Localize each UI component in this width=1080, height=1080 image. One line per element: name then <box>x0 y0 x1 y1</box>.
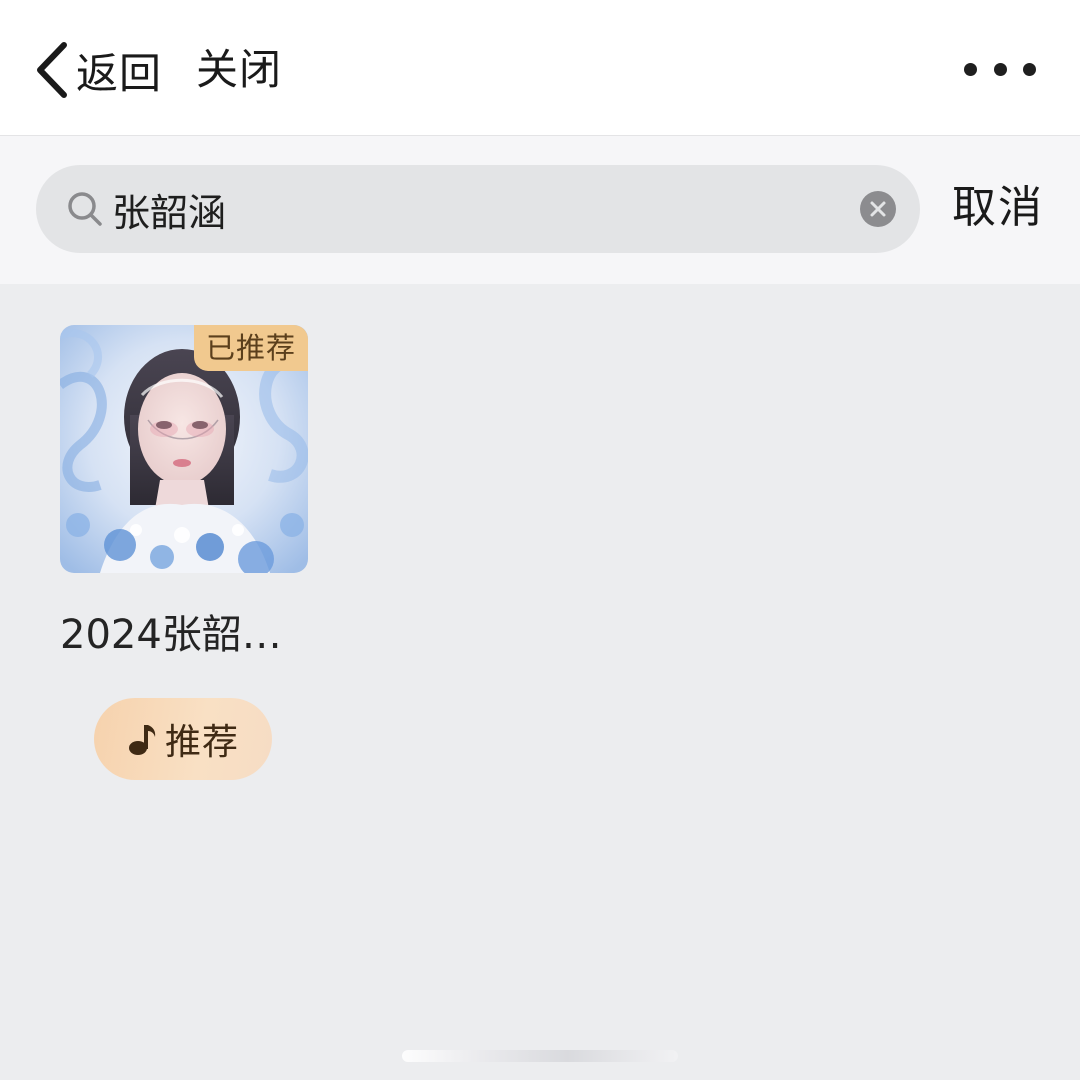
recommended-badge: 已推荐 <box>193 325 308 371</box>
more-button[interactable] <box>964 52 1036 86</box>
clear-x-icon <box>870 201 886 217</box>
search-box[interactable] <box>36 165 920 253</box>
more-dot-icon <box>1023 62 1036 76</box>
recommend-label: 推荐 <box>164 722 239 763</box>
close-button[interactable]: 关闭 <box>196 36 282 104</box>
back-button[interactable]: 返回 <box>32 36 162 104</box>
more-dot-icon <box>993 62 1007 76</box>
back-label: 返回 <box>76 48 163 98</box>
top-nav-bar: 返回 关闭 <box>0 0 1080 136</box>
result-title[interactable]: 2024张韶… <box>60 607 320 663</box>
magnifier-icon <box>68 192 102 226</box>
result-cover-image[interactable]: 已推荐 <box>60 325 308 573</box>
cancel-button[interactable]: 取消 <box>952 178 1044 238</box>
more-dot-icon <box>964 62 977 76</box>
clear-search-button[interactable] <box>860 191 896 227</box>
music-note-icon <box>128 725 156 755</box>
chevron-left-icon <box>37 42 67 98</box>
search-bar: 取消 <box>0 136 1080 284</box>
recommend-button[interactable]: 推荐 <box>94 698 272 780</box>
search-input[interactable] <box>112 179 812 239</box>
result-card: 已推荐 2024张韶… 推荐 <box>60 325 308 780</box>
home-indicator <box>402 1050 678 1062</box>
